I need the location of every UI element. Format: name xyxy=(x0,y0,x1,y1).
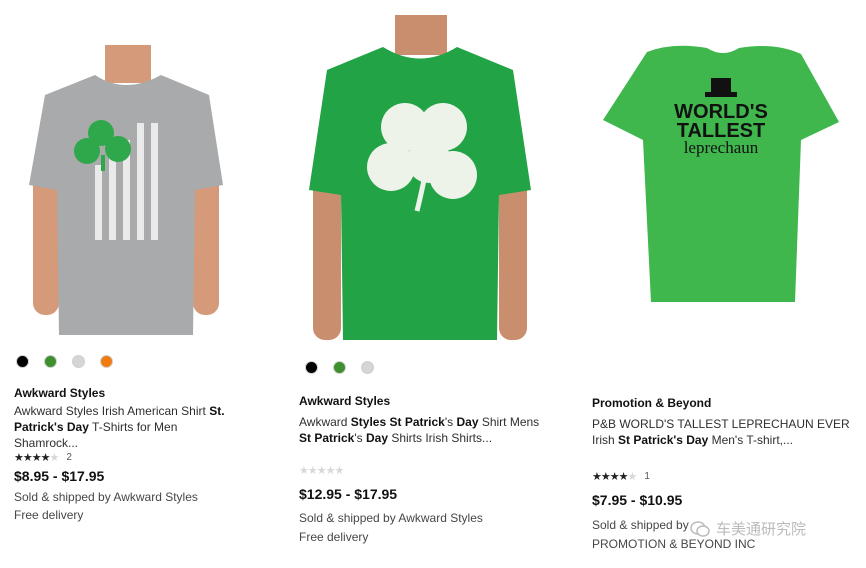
rating: ★★★★★ xyxy=(299,464,345,477)
swatch-green[interactable] xyxy=(333,361,346,374)
swatch-gray[interactable] xyxy=(72,355,85,368)
rating-stars: ★★★★★ xyxy=(299,464,345,477)
brand-name: Promotion & Beyond xyxy=(592,396,712,410)
product-image-2[interactable] xyxy=(305,15,535,345)
rating-stars: ★★★★★ xyxy=(14,451,60,464)
left-arm xyxy=(313,170,341,340)
star-icon: ★ xyxy=(325,465,336,477)
star-icon: ★ xyxy=(49,452,60,464)
star-icon: ★ xyxy=(307,465,318,477)
wechat-icon xyxy=(690,520,710,537)
star-icon: ★ xyxy=(618,471,629,483)
rating: ★★★★★ 2 xyxy=(14,451,72,464)
star-icon: ★ xyxy=(627,471,638,483)
seller-info: Sold & shipped by xyxy=(592,518,689,532)
product-image-1[interactable] xyxy=(25,45,225,340)
shirt-text-line3: leprechaun xyxy=(684,138,759,157)
brand-name: Awkward Styles xyxy=(14,386,106,400)
star-icon: ★ xyxy=(609,471,620,483)
swatch-green[interactable] xyxy=(44,355,57,368)
seller-info: Sold & shipped by Awkward Styles xyxy=(299,511,483,525)
rating-count: 1 xyxy=(644,471,650,482)
delivery-info: Free delivery xyxy=(14,508,84,522)
star-icon: ★ xyxy=(14,452,24,464)
price: $12.95 - $17.95 xyxy=(299,486,398,502)
right-arm xyxy=(499,170,527,340)
product-title[interactable]: P&B WORLD'S TALLEST LEPRECHAUN EVER Iris… xyxy=(592,416,857,448)
swatch-black[interactable] xyxy=(305,361,318,374)
star-icon: ★ xyxy=(334,465,345,477)
star-icon: ★ xyxy=(316,465,327,477)
seller-name: PROMOTION & BEYOND INC xyxy=(592,537,756,551)
rating-count: 2 xyxy=(66,452,72,463)
swatch-gray[interactable] xyxy=(361,361,374,374)
star-icon: ★ xyxy=(600,471,611,483)
star-icon: ★ xyxy=(299,465,309,477)
color-swatches xyxy=(305,361,374,374)
color-swatches xyxy=(16,355,113,368)
product-title[interactable]: Awkward Styles St Patrick's Day Shirt Me… xyxy=(299,414,549,446)
rating-stars: ★★★★★ xyxy=(592,470,638,483)
seller-info: Sold & shipped by Awkward Styles xyxy=(14,490,198,504)
delivery-info: Free delivery xyxy=(299,530,369,544)
star-icon: ★ xyxy=(40,452,51,464)
product-image-3[interactable]: WORLD'S TALLEST leprechaun xyxy=(603,40,839,302)
rating: ★★★★★ 1 xyxy=(592,470,650,483)
brand-name: Awkward Styles xyxy=(299,394,391,408)
price: $8.95 - $17.95 xyxy=(14,468,105,484)
product-title[interactable]: Awkward Styles Irish American Shirt St. … xyxy=(14,403,244,451)
star-icon: ★ xyxy=(22,452,33,464)
price: $7.95 - $10.95 xyxy=(592,492,683,508)
swatch-black[interactable] xyxy=(16,355,29,368)
swatch-orange[interactable] xyxy=(100,355,113,368)
star-icon: ★ xyxy=(31,452,42,464)
star-icon: ★ xyxy=(592,471,602,483)
hat-icon xyxy=(711,78,731,94)
watermark: 车美通研究院 xyxy=(690,518,806,539)
